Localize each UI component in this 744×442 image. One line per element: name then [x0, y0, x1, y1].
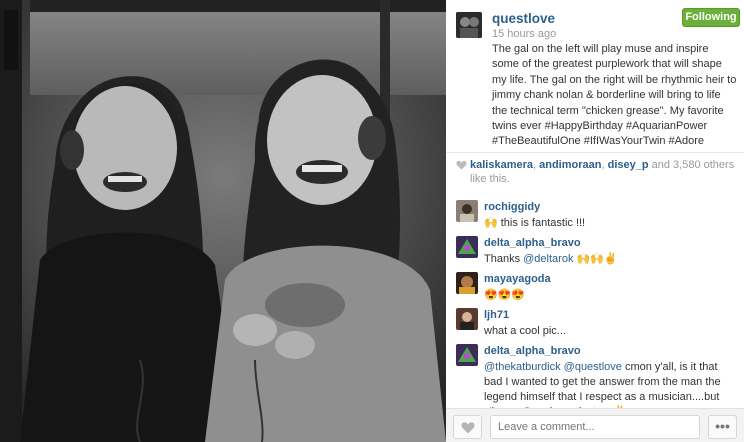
comment-text: what a cool pic...: [484, 325, 566, 337]
post-username[interactable]: questlove: [492, 11, 555, 26]
divider: [446, 152, 744, 153]
post-side-panel: questlove 15 hours ago Following The gal…: [446, 0, 744, 442]
comment-text: 😍😍😍: [484, 289, 526, 301]
comment-username[interactable]: delta_alpha_bravo: [484, 237, 581, 249]
comment-text-part: Thanks: [484, 253, 524, 265]
photo-illustration: [0, 0, 446, 442]
liker-link[interactable]: andimoraan: [539, 159, 601, 171]
comment-text: 🙌 this is fantastic !!!: [484, 217, 586, 229]
comment-avatar[interactable]: [456, 200, 478, 222]
comment-text-part: 🙌🙌✌: [573, 253, 618, 265]
mention-link[interactable]: @thekatburdick: [484, 361, 561, 373]
post-header: questlove 15 hours ago Following The gal…: [446, 0, 744, 152]
liker-link[interactable]: disey_p: [608, 159, 649, 171]
mention-link[interactable]: @deltarok: [523, 253, 573, 265]
comment-text: Thanks @deltarok 🙌🙌✌: [484, 252, 736, 267]
post-timestamp[interactable]: 15 hours ago: [492, 28, 556, 40]
mention-link[interactable]: @questlove: [564, 361, 622, 373]
like-button[interactable]: [453, 415, 482, 439]
likes-summary: kaliskamera, andimoraan, disey_p and 3,5…: [456, 158, 740, 186]
liker-link[interactable]: kaliskamera: [470, 159, 533, 171]
more-options-button[interactable]: •••: [708, 415, 737, 439]
comment-username[interactable]: ljh71: [484, 309, 509, 321]
comment-username[interactable]: rochiggidy: [484, 201, 540, 213]
post-caption: The gal on the left will play muse and i…: [492, 43, 737, 148]
comment-avatar[interactable]: [456, 308, 478, 330]
avatar[interactable]: [456, 12, 482, 38]
comment-footer: •••: [446, 408, 744, 442]
heart-icon: [456, 160, 467, 170]
heart-icon: [461, 422, 475, 434]
comment-input[interactable]: [490, 415, 700, 439]
comment-avatar[interactable]: [456, 236, 478, 258]
comment-avatar[interactable]: [456, 272, 478, 294]
following-button[interactable]: Following: [682, 8, 740, 27]
comment-username[interactable]: delta_alpha_bravo: [484, 345, 581, 357]
comment-avatar[interactable]: [456, 344, 478, 366]
comment-username[interactable]: mayayagoda: [484, 273, 551, 285]
post-photo[interactable]: [0, 0, 446, 442]
